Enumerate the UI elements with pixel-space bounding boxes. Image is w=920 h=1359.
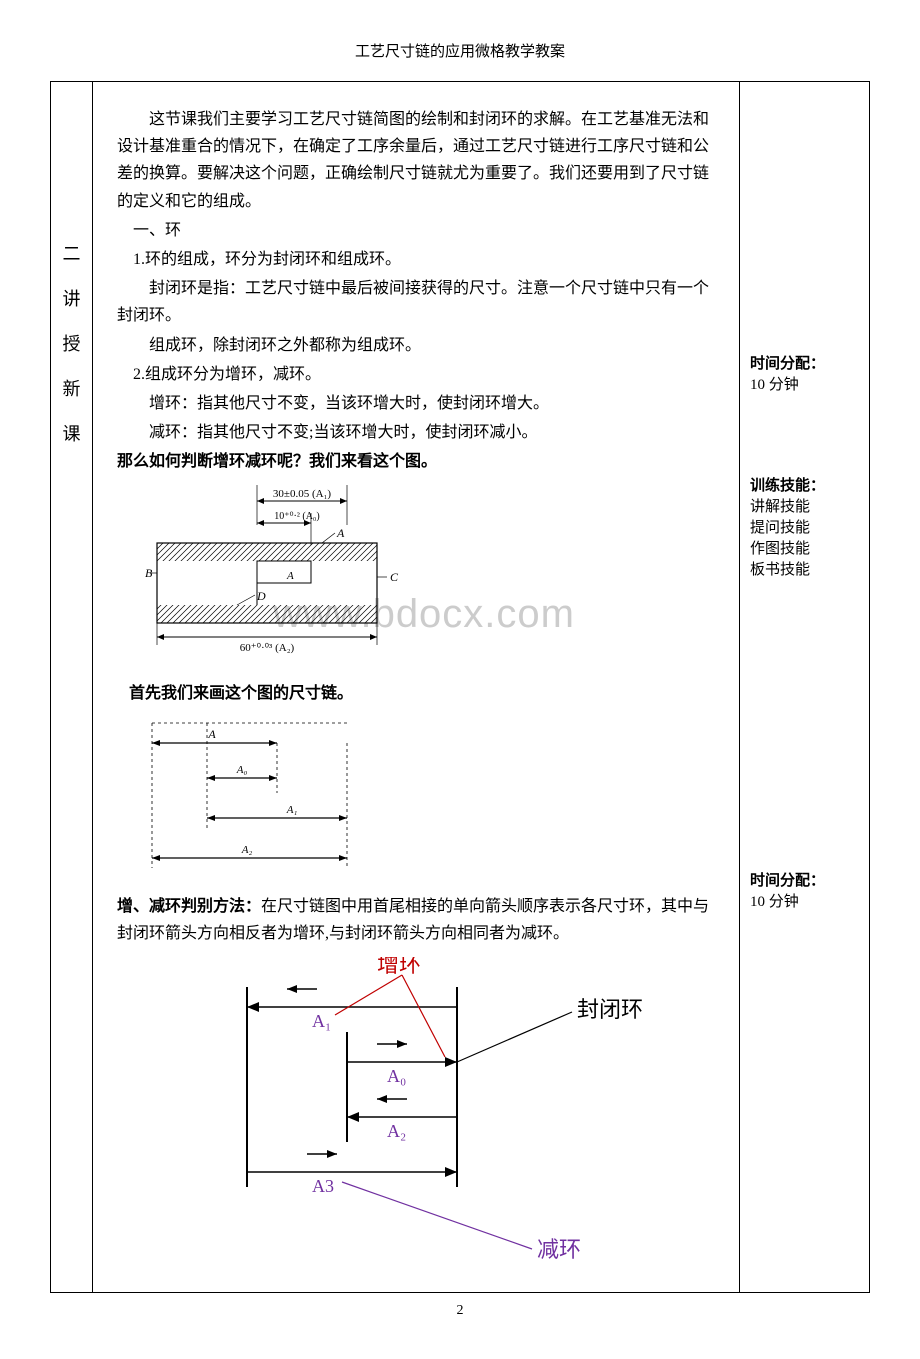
fig-label-C: C: [390, 570, 399, 584]
arrow-label-A0: A₀: [387, 1066, 406, 1086]
arrow-label-A3: A3: [312, 1176, 334, 1196]
time-label: 时间分配：: [750, 352, 859, 373]
fig-label-A: A: [336, 526, 345, 540]
skill-item: 提问技能: [750, 516, 859, 537]
fig-label-Asub: A: [286, 570, 294, 582]
fengbihuan-label: 封闭环: [577, 997, 643, 1022]
chain-label: A: [207, 727, 216, 741]
content-column: www.bdocx.com 这节课我们主要学习工艺尺寸链简图的绘制和封闭环的求解…: [93, 82, 739, 1292]
question-text: 那么如何判断增环减环呢？我们来看这个图。: [117, 448, 721, 475]
chain-label: A₀: [236, 764, 248, 776]
skill-label: 训练技能：: [750, 474, 859, 495]
chain-label: A₂: [241, 844, 253, 856]
time-value: 10 分钟: [750, 373, 859, 394]
skill-item: 作图技能: [750, 537, 859, 558]
figure-2-dimension-chain: A A₀ A₁ A₂: [137, 718, 721, 883]
fig-label-D: D: [256, 589, 266, 603]
skill-item: 讲解技能: [750, 495, 859, 516]
item-1-2: 2.组成环分为增环，减环。: [117, 361, 721, 388]
page-number: 2: [50, 1303, 870, 1319]
arrow-label-A1: A₁: [312, 1011, 331, 1031]
figure-1-mechanical-drawing: 30±0.05 (A₁) 10⁺⁰·² (A₀): [137, 485, 721, 670]
dim-label: 10⁺⁰·² (A₀): [274, 511, 319, 522]
dim-label: 60⁺⁰·⁰³ (A₂): [240, 642, 295, 654]
item-1-2a: 增环：指其他尺寸不变，当该环增大时，使封闭环增大。: [117, 390, 721, 417]
method-label: 增、减环判别方法：: [117, 898, 261, 915]
skill-block: 训练技能： 讲解技能 提问技能 作图技能 板书技能: [750, 474, 859, 579]
section-label-column: 二 讲 授 新 课: [51, 82, 93, 1292]
figure-3-arrow-diagram: A₁ A₀ A₂ A3 增环: [117, 957, 721, 1272]
item-1-1b: 组成环，除封闭环之外都称为组成环。: [117, 332, 721, 359]
notes-column: 时间分配： 10 分钟 训练技能： 讲解技能 提问技能 作图技能 板书技能 时间…: [739, 82, 869, 1292]
section-1-title: 一、环: [117, 217, 721, 244]
main-table: 二 讲 授 新 课 www.bdocx.com 这节课我们主要学习工艺尺寸链简图…: [50, 81, 870, 1293]
jianhuan-label: 减环: [537, 1237, 581, 1262]
chain-label: A₁: [286, 804, 298, 816]
time-block-1: 时间分配： 10 分钟: [750, 352, 859, 394]
skill-item: 板书技能: [750, 558, 859, 579]
caption-1: 首先我们来画这个图的尺寸链。: [129, 680, 721, 707]
zenghuan-label: 增环: [377, 957, 421, 977]
time-label: 时间分配：: [750, 869, 859, 890]
method-paragraph: 增、减环判别方法：在尺寸链图中用首尾相接的单向箭头顺序表示各尺寸环，其中与封闭环…: [117, 893, 721, 947]
item-1-2b: 减环：指其他尺寸不变;当该环增大时，使封闭环减小。: [117, 419, 721, 446]
item-1-1: 1.环的组成，环分为封闭环和组成环。: [117, 246, 721, 273]
intro-paragraph: 这节课我们主要学习工艺尺寸链简图的绘制和封闭环的求解。在工艺基准无法和设计基准重…: [117, 106, 721, 215]
dim-label: 30±0.05 (A₁): [273, 488, 331, 500]
section-char: 二: [51, 232, 92, 277]
time-value: 10 分钟: [750, 890, 859, 911]
section-char: 新: [51, 367, 92, 412]
item-1-1a: 封闭环是指：工艺尺寸链中最后被间接获得的尺寸。注意一个尺寸链中只有一个封闭环。: [117, 275, 721, 329]
document-title: 工艺尺寸链的应用微格教学教案: [50, 40, 870, 61]
section-char: 课: [51, 412, 92, 457]
arrow-label-A2: A₂: [387, 1121, 406, 1141]
section-char: 授: [51, 322, 92, 367]
section-char: 讲: [51, 277, 92, 322]
time-block-2: 时间分配： 10 分钟: [750, 869, 859, 911]
